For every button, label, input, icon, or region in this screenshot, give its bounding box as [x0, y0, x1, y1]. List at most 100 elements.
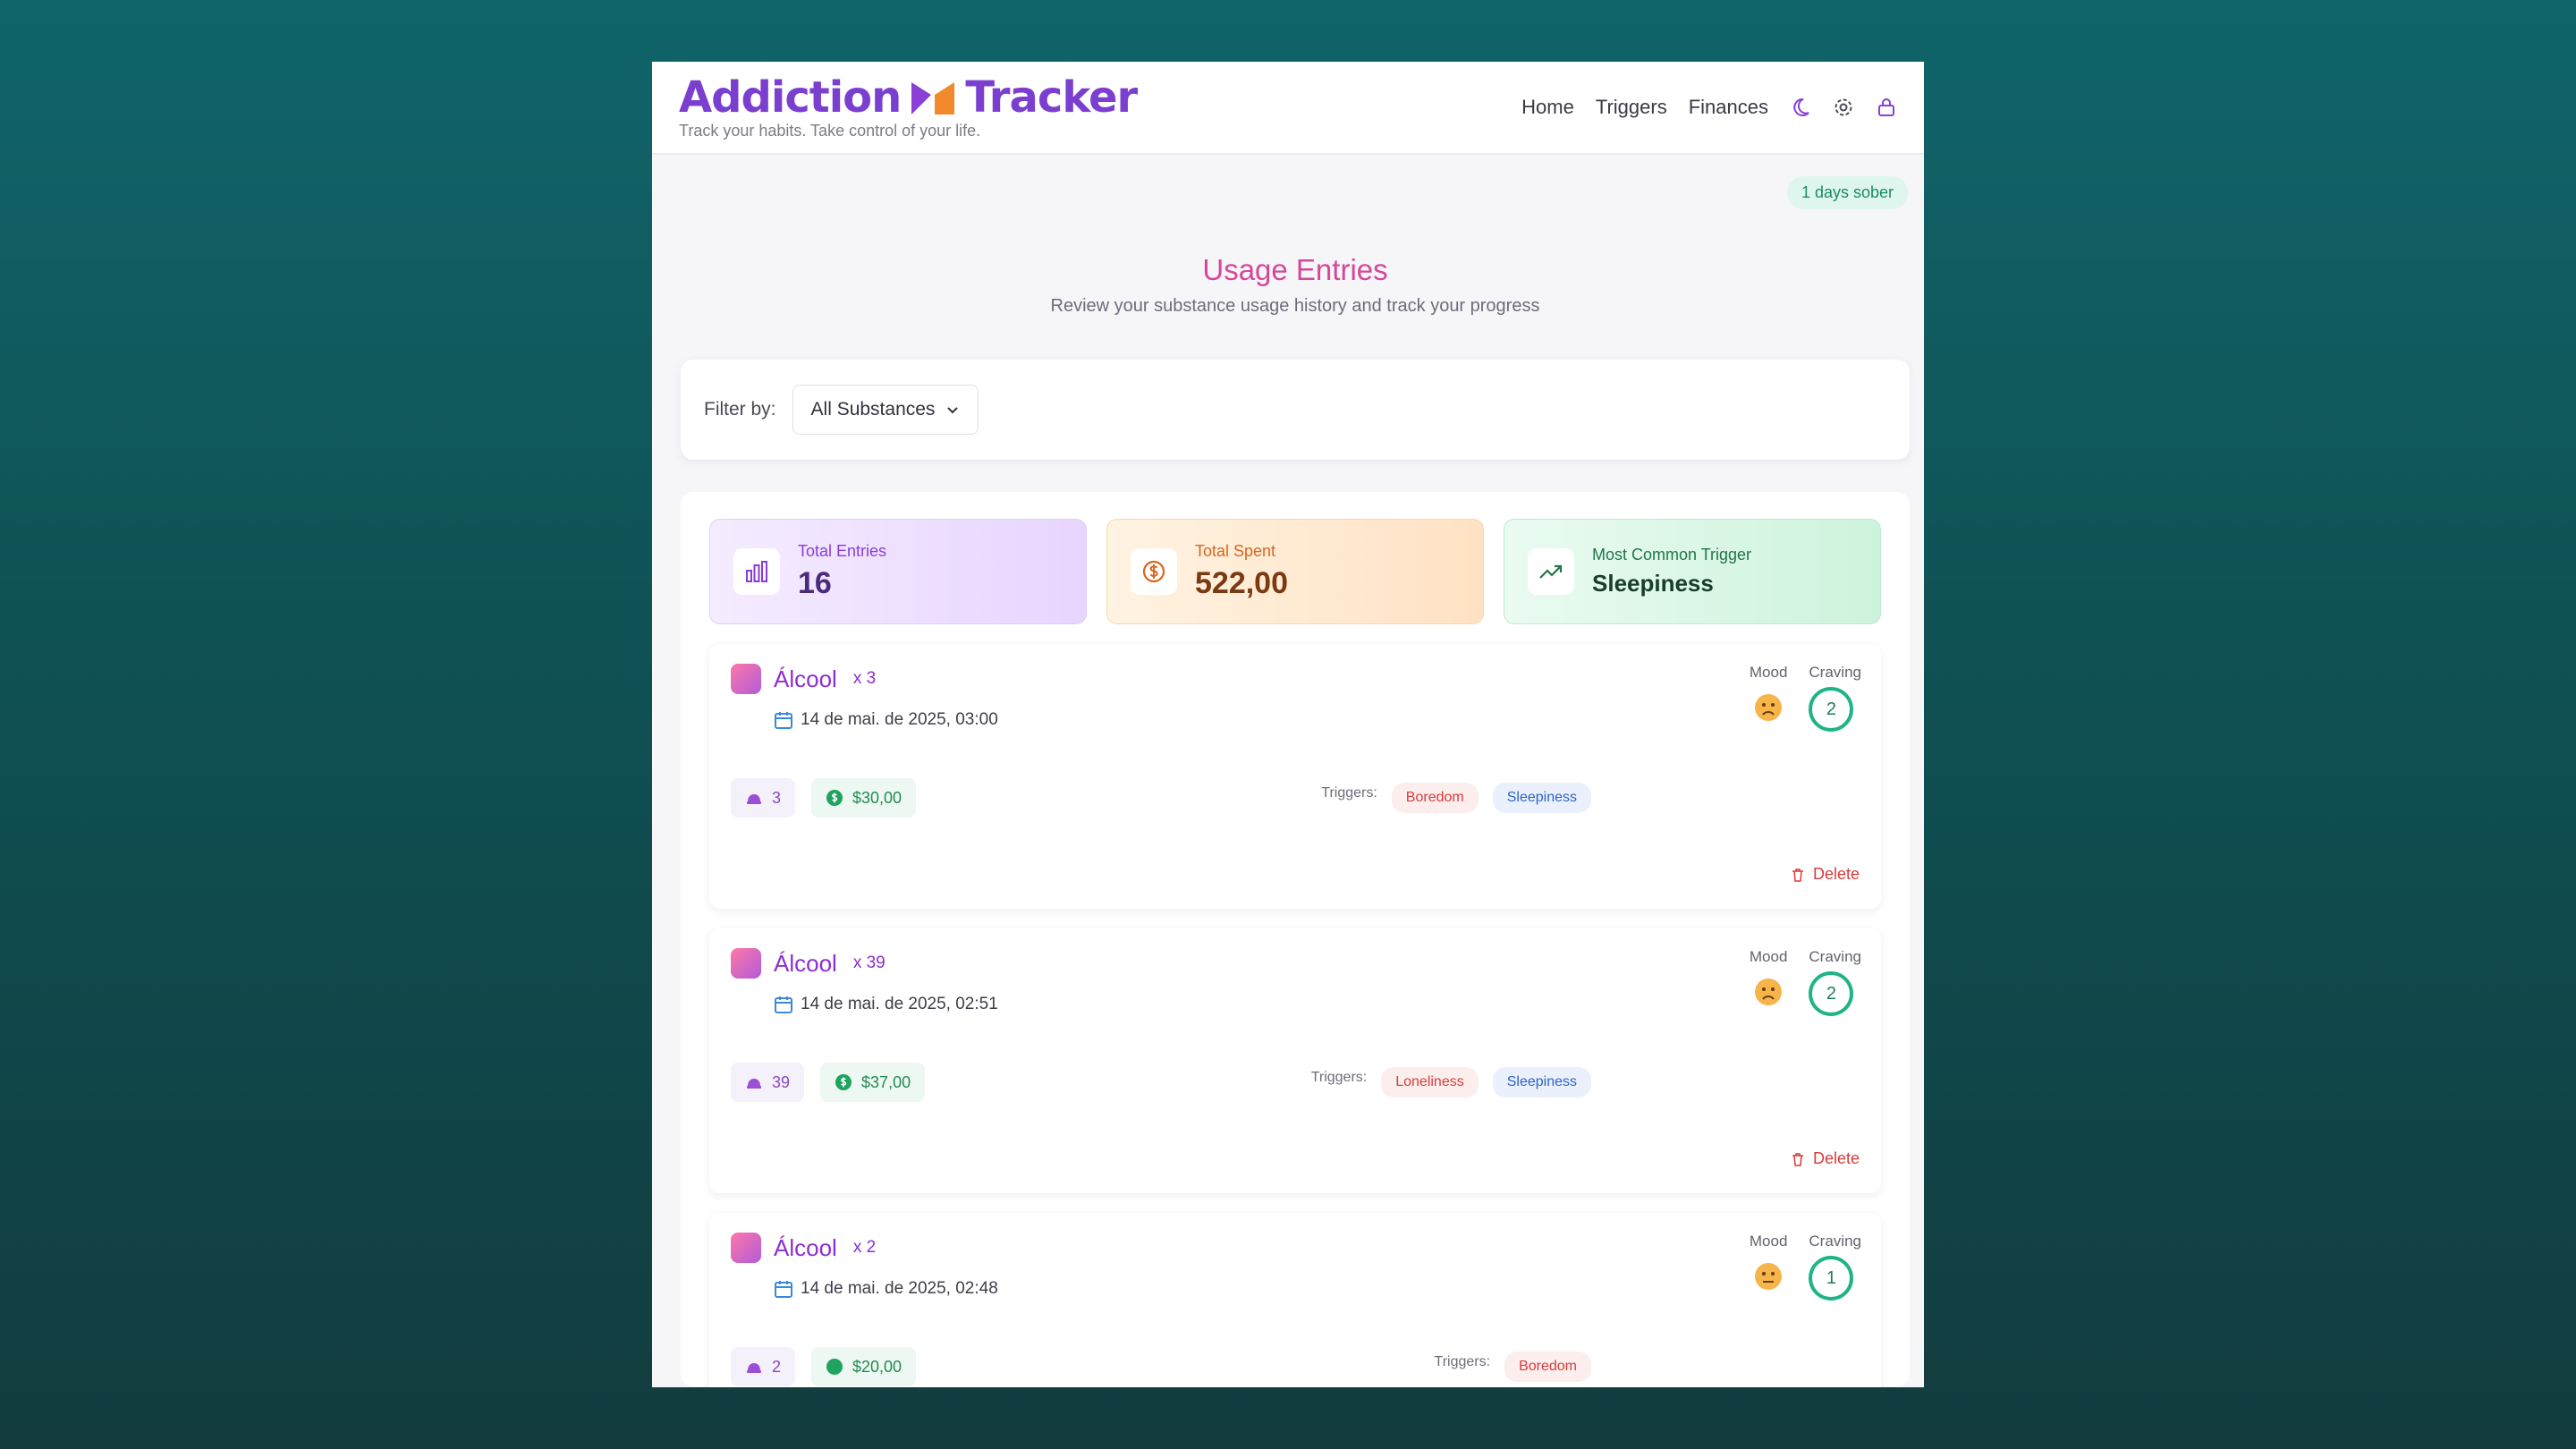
delete-button[interactable]: Delete: [1790, 865, 1860, 884]
trigger-tag: Sleepiness: [1492, 1067, 1591, 1097]
delete-label: Delete: [1812, 1149, 1860, 1167]
craving-level: 2: [1809, 971, 1854, 1016]
sober-badge: 1 days sober: [1786, 176, 1908, 209]
craving-label: Craving: [1809, 664, 1861, 681]
calendar-icon: [775, 712, 792, 729]
entry-date: 14 de mai. de 2025, 02:51: [801, 995, 998, 1013]
calendar-icon: [775, 996, 792, 1013]
trigger-tag: Boredom: [1504, 1352, 1591, 1382]
quantity-chip: 3: [731, 778, 796, 818]
quantity-value: 39: [772, 1072, 791, 1091]
quantity-value: 2: [772, 1357, 782, 1376]
substance-qty-label: x 39: [852, 953, 886, 972]
chevron-down-icon: [947, 407, 959, 414]
stats-row: Total Entries 16 Total Spent 522,00 Most…: [709, 519, 1881, 624]
cup-icon: [747, 1079, 761, 1089]
quantity-value: 3: [772, 788, 782, 807]
entry-date: 14 de mai. de 2025, 02:48: [801, 1279, 998, 1298]
stat-label: Most Common Trigger: [1592, 546, 1752, 564]
trash-icon: [1792, 868, 1803, 882]
stat-value: 522,00: [1195, 566, 1288, 600]
trigger-tag: Sleepiness: [1492, 783, 1591, 813]
cup-icon: [747, 794, 761, 804]
cost-value: $37,00: [861, 1072, 911, 1091]
mood-label: Mood: [1749, 948, 1788, 965]
calendar-icon: [775, 1281, 792, 1298]
cup-icon: [747, 1363, 761, 1373]
mood-label: Mood: [1749, 1233, 1788, 1250]
cost-chip: $30,00: [811, 778, 917, 818]
trigger-tag: Boredom: [1391, 783, 1479, 813]
entry-date: 14 de mai. de 2025, 03:00: [801, 710, 998, 729]
craving-level: 2: [1809, 687, 1854, 732]
substance-qty-label: x 2: [852, 1238, 877, 1257]
dollar-icon: [826, 1359, 843, 1375]
quantity-chip: 39: [731, 1063, 805, 1102]
dollar-icon: [835, 1074, 852, 1090]
lock-icon[interactable]: [1876, 97, 1897, 118]
cost-chip: $37,00: [820, 1063, 926, 1102]
triggers-label: Triggers:: [1321, 785, 1377, 801]
substance-color-swatch: [731, 1233, 761, 1263]
stat-total-spent: Total Spent 522,00: [1106, 519, 1484, 624]
main-content: 1 days sober Usage Entries Review your s…: [652, 155, 1924, 1387]
stat-value: Sleepiness: [1592, 570, 1714, 597]
trash-icon: [1792, 1152, 1803, 1166]
usage-entry: Álcool x 3 14 de mai. de 2025, 03:00 Moo…: [709, 644, 1881, 909]
filter-selected-value: All Substances: [810, 399, 936, 419]
cost-value: $30,00: [852, 788, 902, 807]
logo-icon: [910, 80, 956, 115]
sad-face-icon: [1755, 694, 1783, 721]
moon-icon[interactable]: [1790, 97, 1811, 118]
stat-label: Total Entries: [798, 542, 887, 560]
dollar-icon: [826, 790, 843, 806]
page-title: Usage Entries: [1202, 253, 1388, 286]
stat-total-entries: Total Entries 16: [709, 519, 1087, 624]
substance-color-swatch: [731, 664, 761, 694]
stat-label: Total Spent: [1195, 542, 1276, 560]
gear-icon[interactable]: [1833, 97, 1854, 118]
entries-card: Total Entries 16 Total Spent 522,00 Most…: [681, 492, 1910, 1387]
quantity-chip: 2: [731, 1347, 796, 1386]
dollar-coin-icon: [1131, 548, 1177, 595]
substance-qty-label: x 3: [852, 669, 877, 688]
bar-chart-icon: [733, 548, 780, 595]
triggers-label: Triggers:: [1434, 1354, 1491, 1369]
substance-color-swatch: [731, 948, 761, 979]
app-window: Addiction Tracker Track your habits. Tak…: [652, 62, 1924, 1387]
cost-chip: $20,00: [811, 1347, 917, 1386]
substance-name: Álcool: [774, 949, 837, 977]
cost-value: $20,00: [852, 1357, 902, 1376]
header: Addiction Tracker Track your habits. Tak…: [652, 62, 1924, 155]
craving-level: 1: [1809, 1256, 1854, 1301]
trigger-tag: Loneliness: [1381, 1067, 1479, 1097]
craving-label: Craving: [1809, 948, 1861, 965]
page-subtitle: Review your substance usage history and …: [1050, 296, 1540, 316]
brand-title-part1: Addiction: [679, 72, 902, 123]
page-header: Usage Entries Review your substance usag…: [681, 253, 1910, 317]
filter-card: Filter by: All Substances: [681, 360, 1910, 460]
triggers-label: Triggers:: [1310, 1070, 1368, 1085]
usage-entry: Álcool x 2 14 de mai. de 2025, 02:48 Moo…: [709, 1213, 1881, 1387]
trending-up-icon: [1528, 548, 1574, 595]
filter-label: Filter by:: [704, 399, 776, 419]
stat-common-trigger: Most Common Trigger Sleepiness: [1504, 519, 1881, 624]
delete-button[interactable]: Delete: [1790, 1149, 1860, 1168]
delete-label: Delete: [1812, 865, 1860, 883]
nav-triggers[interactable]: Triggers: [1596, 96, 1667, 119]
craving-label: Craving: [1809, 1233, 1861, 1250]
nav-finances[interactable]: Finances: [1689, 96, 1768, 119]
brand-tagline: Track your habits. Take control of your …: [679, 121, 981, 140]
brand[interactable]: Addiction Tracker Track your habits. Tak…: [679, 72, 1138, 140]
nav: Home Triggers Finances: [1521, 96, 1897, 119]
substance-filter-select[interactable]: All Substances: [792, 385, 979, 435]
usage-entry: Álcool x 39 14 de mai. de 2025, 02:51 Mo…: [709, 928, 1881, 1193]
substance-name: Álcool: [774, 665, 837, 692]
stat-value: 16: [798, 566, 832, 600]
nav-home[interactable]: Home: [1521, 96, 1574, 119]
brand-title-part2: Tracker: [965, 72, 1138, 123]
sad-face-icon: [1755, 979, 1783, 1005]
mood-label: Mood: [1749, 664, 1788, 681]
substance-name: Álcool: [774, 1233, 837, 1261]
neutral-face-icon: [1755, 1263, 1783, 1290]
